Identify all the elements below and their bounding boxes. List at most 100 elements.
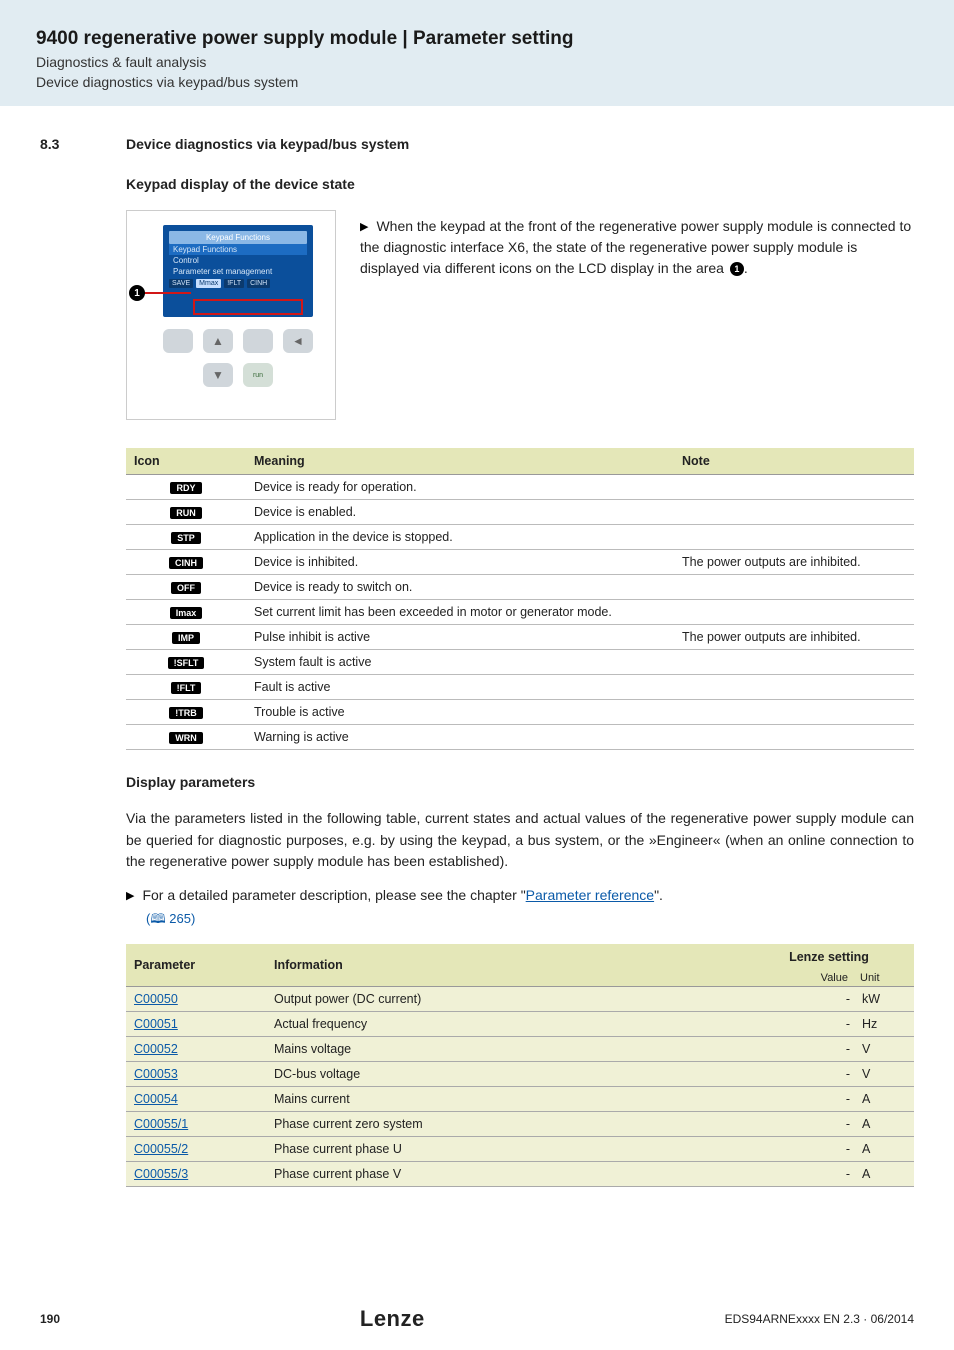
table-row: RUNDevice is enabled. bbox=[126, 500, 914, 525]
param-code-cell: C00054 bbox=[126, 1087, 266, 1112]
param-code-link[interactable]: C00052 bbox=[134, 1042, 178, 1056]
note-col-header: Note bbox=[674, 448, 914, 475]
param-unit-cell: A bbox=[854, 1112, 914, 1137]
icon-cell: WRN bbox=[126, 725, 246, 750]
param-col-header: Parameter bbox=[126, 944, 266, 987]
table-row: !FLT Fault is active bbox=[126, 675, 914, 700]
device-state-icon: !FLT bbox=[171, 682, 202, 694]
table-row: IMPPulse inhibit is activeThe power outp… bbox=[126, 625, 914, 650]
device-state-icon: IMP bbox=[172, 632, 200, 644]
param-info-cell: Output power (DC current) bbox=[266, 987, 744, 1012]
callout-line bbox=[139, 292, 191, 294]
doc-title: 9400 regenerative power supply module | … bbox=[36, 28, 918, 50]
device-state-icon: WRN bbox=[169, 732, 203, 744]
param-table: Parameter Information Lenze setting Valu… bbox=[126, 944, 914, 1187]
param-info-cell: Phase current zero system bbox=[266, 1112, 744, 1137]
icon-cell: IMP bbox=[126, 625, 246, 650]
parameter-reference-link[interactable]: Parameter reference bbox=[526, 887, 654, 903]
param-value-cell: - bbox=[744, 1037, 854, 1062]
callout-highlight-box bbox=[193, 299, 303, 315]
icon-cell: RDY bbox=[126, 475, 246, 500]
table-row: CINH Device is inhibited.The power output… bbox=[126, 550, 914, 575]
device-state-icon: Imax bbox=[170, 607, 203, 619]
screen-statusbar: SAVE Mmax !FLT CINH bbox=[169, 279, 307, 288]
info-col-header: Information bbox=[266, 944, 744, 987]
content-area: 8.3 Device diagnostics via keypad/bus sy… bbox=[0, 106, 954, 1187]
param-unit-cell: A bbox=[854, 1087, 914, 1112]
param-info-cell: Phase current phase V bbox=[266, 1162, 744, 1187]
device-state-icon: RUN bbox=[170, 507, 202, 519]
chevron-left-icon: ◄ bbox=[292, 334, 304, 348]
table-row: C00055/3Phase current phase V-A bbox=[126, 1162, 914, 1187]
section-title: Device diagnostics via keypad/bus system bbox=[126, 136, 409, 152]
meaning-cell: System fault is active bbox=[246, 650, 674, 675]
bullet-text-suffix: ". bbox=[654, 887, 663, 903]
display-params-subhead: Display parameters bbox=[126, 774, 914, 790]
status-chip: Mmax bbox=[196, 279, 221, 288]
display-params-paragraph: Via the parameters listed in the followi… bbox=[126, 808, 914, 873]
param-code-link[interactable]: C00055/1 bbox=[134, 1117, 188, 1131]
param-code-link[interactable]: C00054 bbox=[134, 1092, 178, 1106]
meaning-cell: Pulse inhibit is active bbox=[246, 625, 674, 650]
param-bullet: For a detailed parameter description, pl… bbox=[126, 885, 914, 906]
param-info-cell: Phase current phase U bbox=[266, 1137, 744, 1162]
page-reference[interactable]: (🕮 265) bbox=[146, 910, 914, 932]
param-code-link[interactable]: C00053 bbox=[134, 1067, 178, 1081]
table-row: OFFDevice is ready to switch on. bbox=[126, 575, 914, 600]
note-cell bbox=[674, 500, 914, 525]
device-state-icon: !SFLT bbox=[168, 657, 205, 669]
param-code-cell: C00055/2 bbox=[126, 1137, 266, 1162]
note-cell bbox=[674, 725, 914, 750]
callout-number: 1 bbox=[129, 285, 145, 301]
param-value-cell: - bbox=[744, 1112, 854, 1137]
param-code-cell: C00051 bbox=[126, 1012, 266, 1037]
param-code-link[interactable]: C00055/3 bbox=[134, 1167, 188, 1181]
note-cell bbox=[674, 525, 914, 550]
status-chip: !FLT bbox=[224, 279, 244, 288]
device-state-icon: OFF bbox=[171, 582, 201, 594]
status-chip: CINH bbox=[247, 279, 270, 288]
keypad-button-left: ◄ bbox=[283, 329, 313, 353]
param-code-link[interactable]: C00051 bbox=[134, 1017, 178, 1031]
icon-table: Icon Meaning Note RDY Device is ready for… bbox=[126, 448, 914, 750]
param-code-cell: C00055/1 bbox=[126, 1112, 266, 1137]
param-unit-cell: A bbox=[854, 1162, 914, 1187]
device-state-icon: CINH bbox=[169, 557, 203, 569]
meaning-cell: Device is inhibited. bbox=[246, 550, 674, 575]
note-cell: The power outputs are inhibited. bbox=[674, 550, 914, 575]
note-cell bbox=[674, 675, 914, 700]
param-unit-cell: A bbox=[854, 1137, 914, 1162]
table-header-row: Icon Meaning Note bbox=[126, 448, 914, 475]
meaning-cell: Trouble is active bbox=[246, 700, 674, 725]
icon-col-header: Icon bbox=[126, 448, 246, 475]
param-unit-cell: V bbox=[854, 1062, 914, 1087]
meaning-cell: Device is ready for operation. bbox=[246, 475, 674, 500]
status-chip: SAVE bbox=[169, 279, 193, 288]
table-row: C00050Output power (DC current)-kW bbox=[126, 987, 914, 1012]
param-code-link[interactable]: C00050 bbox=[134, 992, 178, 1006]
keypad-screen: Keypad Functions Keypad Functions Contro… bbox=[163, 225, 313, 317]
note-cell bbox=[674, 575, 914, 600]
device-state-icon: RDY bbox=[170, 482, 201, 494]
keypad-description: When the keypad at the front of the rege… bbox=[360, 210, 914, 279]
table-row: C00054Mains current-A bbox=[126, 1087, 914, 1112]
keypad-desc-text: When the keypad at the front of the rege… bbox=[360, 218, 911, 276]
param-code-link[interactable]: C00055/2 bbox=[134, 1142, 188, 1156]
param-info-cell: Actual frequency bbox=[266, 1012, 744, 1037]
table-row: ImaxSet current limit has been exceeded … bbox=[126, 600, 914, 625]
meaning-cell: Fault is active bbox=[246, 675, 674, 700]
icon-cell: !SFLT bbox=[126, 650, 246, 675]
section-number: 8.3 bbox=[40, 136, 80, 152]
icon-cell: Imax bbox=[126, 600, 246, 625]
keypad-row: Keypad Functions Keypad Functions Contro… bbox=[126, 210, 914, 420]
keypad-buttons: ▲ ◄ ▼ run bbox=[163, 329, 313, 387]
brand-logo: Lenze bbox=[360, 1306, 425, 1332]
icon-cell: OFF bbox=[126, 575, 246, 600]
header-band: 9400 regenerative power supply module | … bbox=[0, 0, 954, 106]
param-value-cell: - bbox=[744, 987, 854, 1012]
param-value-cell: - bbox=[744, 1137, 854, 1162]
icon-cell: RUN bbox=[126, 500, 246, 525]
table-row: C00055/1 Phase current zero system-A bbox=[126, 1112, 914, 1137]
table-row: STPApplication in the device is stopped. bbox=[126, 525, 914, 550]
table-row: WRNWarning is active bbox=[126, 725, 914, 750]
